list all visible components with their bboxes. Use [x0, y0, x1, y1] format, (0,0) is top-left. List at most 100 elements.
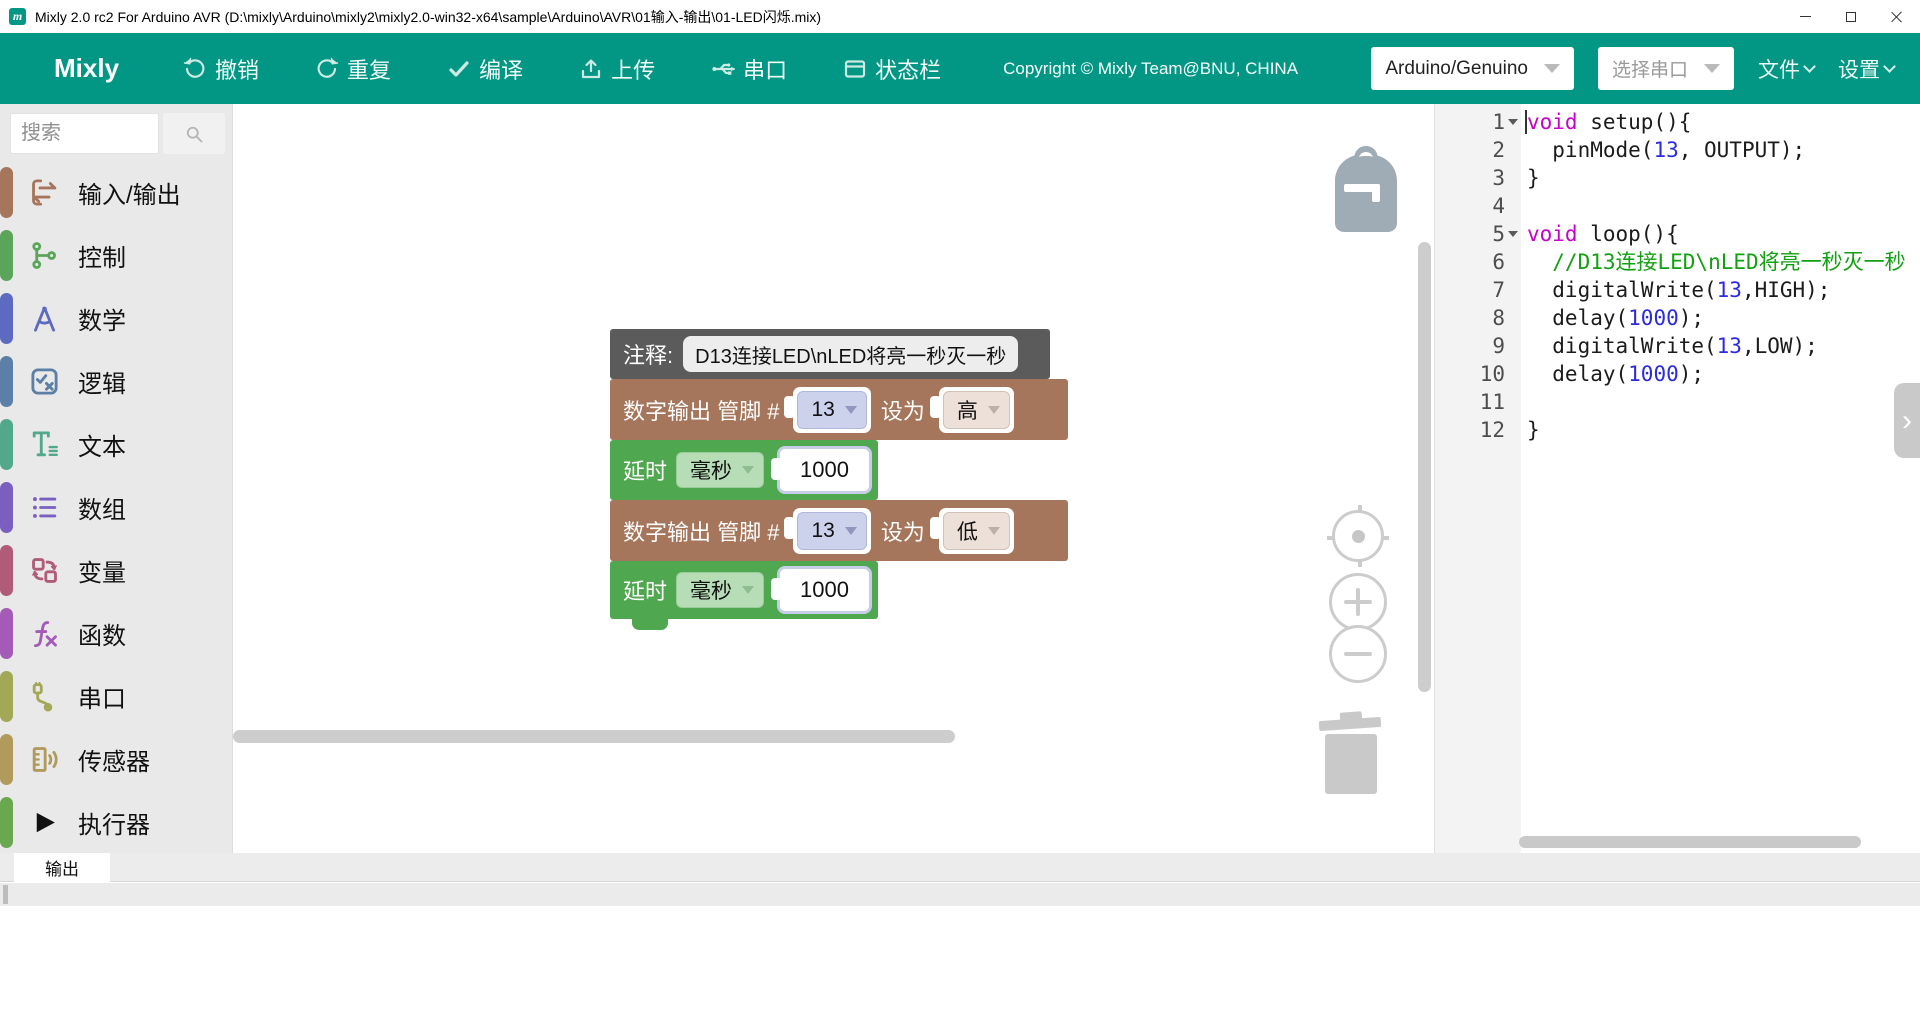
line-number: 6 — [1435, 248, 1505, 276]
code-line: 12 } — [1435, 416, 1920, 444]
toolbar-button-upload[interactable]: 上传 — [579, 53, 655, 85]
line-number: 8 — [1435, 304, 1505, 332]
code-horizontal-scrollbar[interactable] — [1519, 836, 1861, 848]
level-value: 低 — [957, 516, 978, 546]
block-digital-write-low[interactable]: 数字输出 管脚 # 13 设为 低 — [610, 500, 1068, 561]
delay-value-socket: 1000 — [777, 566, 872, 614]
delay-unit-value: 毫秒 — [690, 575, 732, 605]
backpack-icon[interactable] — [1330, 144, 1402, 234]
search-icon — [184, 124, 204, 144]
fold-arrow-icon[interactable] — [1508, 231, 1518, 237]
close-icon — [1891, 11, 1903, 23]
code-line: 9 digitalWrite(13,LOW); — [1435, 332, 1920, 360]
line-number: 3 — [1435, 164, 1505, 192]
window-title: Mixly 2.0 rc2 For Arduino AVR (D:\mixly\… — [35, 7, 821, 27]
console-scroll-strip — [0, 883, 1920, 906]
canvas-horizontal-scrollbar[interactable] — [233, 730, 955, 743]
title-bar: m Mixly 2.0 rc2 For Arduino AVR (D:\mixl… — [0, 0, 1920, 33]
block-delay-1[interactable]: 延时 毫秒 1000 — [610, 440, 878, 500]
delay-value-field[interactable]: 1000 — [784, 453, 865, 487]
comment-block-label: 注释: — [623, 338, 673, 370]
search-button[interactable] — [163, 113, 225, 154]
delay-unit-dropdown[interactable]: 毫秒 — [676, 452, 764, 488]
toolbar-button-undo[interactable]: 撤销 — [183, 53, 259, 85]
level-dropdown[interactable]: 低 — [943, 512, 1010, 550]
block-digital-write-high[interactable]: 数字输出 管脚 # 13 设为 高 — [610, 379, 1068, 440]
zoom-in-button[interactable] — [1329, 573, 1387, 631]
toolbar-button-redo[interactable]: 重复 — [315, 53, 391, 85]
sidebar-item-传感器[interactable]: 传感器 — [0, 728, 232, 791]
sidebar-item-逻辑[interactable]: 逻辑 — [0, 350, 232, 413]
tab-output[interactable]: 输出 — [14, 853, 110, 882]
usb-icon — [711, 57, 735, 81]
block-comment[interactable]: 注释: D13连接LED\nLED将亮一秒灭一秒 — [610, 329, 1050, 379]
board-select[interactable]: Arduino/Genuino — [1371, 47, 1574, 90]
set-to-label: 设为 — [881, 515, 925, 547]
delay-unit-dropdown[interactable]: 毫秒 — [676, 572, 764, 608]
code-line: 6 //D13连接LED\nLED将亮一秒灭一秒 — [1435, 248, 1920, 276]
text-cursor — [1525, 110, 1527, 134]
sidebar-item-控制[interactable]: 控制 — [0, 224, 232, 287]
chevron-down-icon — [1883, 60, 1896, 73]
sidebar-item-变量[interactable]: 变量 — [0, 539, 232, 602]
sidebar-item-串口[interactable]: 串口 — [0, 665, 232, 728]
category-color-bar — [0, 167, 13, 218]
menu-settings[interactable]: 设置 — [1838, 54, 1894, 84]
pin-dropdown[interactable]: 13 — [797, 512, 866, 550]
sidebar-item-函数[interactable]: 函数 — [0, 602, 232, 665]
line-number: 5 — [1435, 220, 1505, 248]
pin-value: 13 — [811, 519, 834, 543]
line-number: 7 — [1435, 276, 1505, 304]
code-panel: 1 void setup(){ 2 pinMode(13, OUTPUT); 3… — [1434, 104, 1920, 853]
search-input[interactable] — [10, 113, 159, 154]
line-number: 1 — [1435, 108, 1505, 136]
fold-arrow-icon[interactable] — [1508, 119, 1518, 125]
category-label: 控制 — [78, 238, 126, 273]
category-color-bar — [0, 293, 13, 344]
console-mini-scrollbar[interactable] — [3, 885, 8, 904]
level-dropdown[interactable]: 高 — [943, 391, 1010, 429]
line-number: 11 — [1435, 388, 1505, 416]
math-icon — [29, 303, 60, 334]
dropdown-arrow-icon — [988, 406, 1000, 414]
sidebar-item-数组[interactable]: 数组 — [0, 476, 232, 539]
code-line: 5 void loop(){ — [1435, 220, 1920, 248]
category-color-bar — [0, 482, 13, 533]
output-console — [0, 883, 1920, 1032]
delay-value-field[interactable]: 1000 — [784, 573, 865, 607]
chevron-down-icon — [1704, 64, 1720, 73]
center-view-button[interactable] — [1332, 510, 1384, 562]
toolbar-button-compile[interactable]: 编译 — [447, 53, 523, 85]
category-label: 输入/输出 — [78, 175, 181, 210]
port-select[interactable]: 选择串口 — [1598, 47, 1734, 90]
menu-file-label: 文件 — [1758, 54, 1800, 84]
pin-dropdown[interactable]: 13 — [797, 391, 866, 429]
block-delay-2[interactable]: 延时 毫秒 1000 — [610, 561, 878, 619]
maximize-button[interactable] — [1828, 0, 1874, 33]
undo-icon — [183, 57, 207, 81]
code-editor[interactable]: 1 void setup(){ 2 pinMode(13, OUTPUT); 3… — [1435, 108, 1920, 444]
category-label: 变量 — [78, 553, 126, 588]
close-button[interactable] — [1874, 0, 1920, 33]
serialport-icon — [29, 681, 60, 712]
code-line: 2 pinMode(13, OUTPUT); — [1435, 136, 1920, 164]
comment-text-field[interactable]: D13连接LED\nLED将亮一秒灭一秒 — [683, 336, 1018, 372]
minimize-button[interactable] — [1782, 0, 1828, 33]
canvas-vertical-scrollbar[interactable] — [1418, 242, 1431, 692]
category-label: 数组 — [78, 490, 126, 525]
zoom-out-button[interactable] — [1329, 625, 1387, 683]
panel-collapse-handle[interactable]: › — [1894, 383, 1920, 458]
sidebar-item-文本[interactable]: 文本 — [0, 413, 232, 476]
sidebar-item-输入/输出[interactable]: 输入/输出 — [0, 161, 232, 224]
toolbar-button-statusbar[interactable]: 状态栏 — [843, 53, 941, 85]
trash-icon[interactable] — [1316, 710, 1386, 796]
block-category-sidebar: 输入/输出 控制 数学 逻辑 文本 数组 变量 函数 串口 — [0, 104, 233, 853]
menu-settings-label: 设置 — [1838, 54, 1880, 84]
dropdown-arrow-icon — [845, 406, 857, 414]
sidebar-item-数学[interactable]: 数学 — [0, 287, 232, 350]
sidebar-item-执行器[interactable]: 执行器 — [0, 791, 232, 854]
toolbar-button-serial[interactable]: 串口 — [711, 53, 787, 85]
dropdown-arrow-icon — [742, 466, 754, 474]
menu-file[interactable]: 文件 — [1758, 54, 1814, 84]
main-toolbar: Mixly 撤销 重复 编译 上传 串口 状态栏 Copyright © Mix… — [0, 33, 1920, 104]
